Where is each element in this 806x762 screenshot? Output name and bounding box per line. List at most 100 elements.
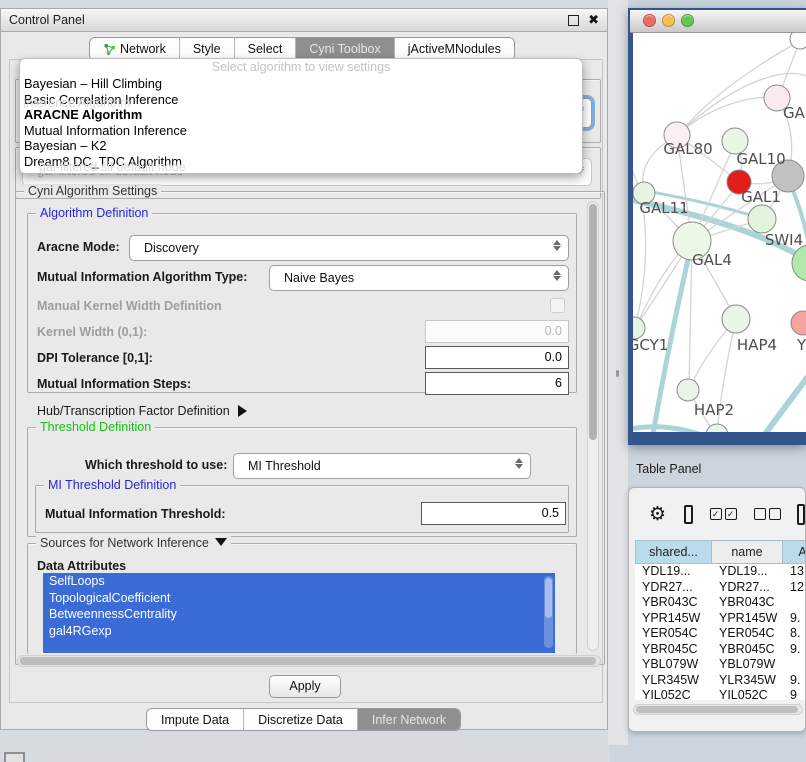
table-cell: YER054C (635, 626, 712, 642)
scrollbar-thumb[interactable] (545, 578, 552, 618)
network-edge[interactable] (677, 98, 777, 135)
table-cell: YBL079W (712, 657, 783, 673)
scrollbar-thumb[interactable] (589, 204, 597, 440)
which-threshold-label: Which threshold to use: (85, 458, 227, 472)
attribute-item-selected[interactable]: BetweennessCentrality (43, 606, 555, 623)
mi-threshold-field[interactable]: 0.5 (421, 502, 566, 525)
tab-network[interactable]: Network (90, 38, 180, 60)
network-window-titlebar[interactable] (630, 10, 806, 33)
minimized-panel-icon[interactable] (4, 752, 25, 762)
attribute-item-selected[interactable]: TopologicalCoefficient (43, 590, 555, 607)
tab-style[interactable]: Style (180, 38, 235, 60)
tab-select[interactable]: Select (235, 38, 297, 60)
table-row[interactable]: YBR045CYBR045C9. (635, 642, 806, 658)
table-row[interactable]: YIL052CYIL052C9 (635, 688, 806, 700)
network-node[interactable] (790, 33, 806, 49)
combo-arrows-icon (553, 240, 561, 251)
aracne-mode-value: Discovery (144, 241, 199, 255)
network-node[interactable] (791, 311, 806, 335)
settings-horizontal-scrollbar[interactable] (17, 655, 601, 667)
column-header[interactable]: shared... (635, 540, 712, 564)
settings-vertical-scrollbar[interactable] (587, 201, 599, 651)
popup-prompt: Select algorithm to view settings (20, 60, 582, 74)
table-row[interactable]: YBL079WYBL079W (635, 657, 806, 673)
tab-cyni-toolbox[interactable]: Cyni Toolbox (296, 38, 394, 60)
gear-icon[interactable]: ⚙ (649, 503, 666, 526)
network-edge[interactable] (633, 151, 646, 326)
tab-jactivemnodules[interactable]: jActiveMNodules (395, 38, 514, 60)
node-label: HAP2 (694, 401, 734, 419)
table-cell: YDL19... (712, 564, 783, 580)
zoom-traffic-light-icon[interactable] (681, 14, 694, 27)
algorithm-option[interactable]: ARACNE Algorithm (24, 107, 578, 123)
table-cell: 8. (783, 626, 806, 642)
tab-label: Cyni Toolbox (309, 42, 380, 56)
node-table: shared...nameA YDL19...YDL19...13YDR27..… (635, 540, 806, 700)
table-row[interactable]: YBR043CYBR043C (635, 595, 806, 611)
control-panel-window: Control Panel ✖ NetworkStyleSelect Cyni T… (0, 8, 608, 730)
network-canvas[interactable]: GALGAL80GAL10GAL1GAL11SWI4GAL4GCY1HAP4YH… (633, 33, 806, 432)
network-node[interactable] (722, 305, 750, 333)
attribute-item-selected[interactable]: SelfLoops (43, 573, 555, 590)
mi-threshold-group-title: MI Threshold Definition (44, 478, 180, 492)
float-window-icon[interactable] (568, 15, 579, 26)
columns-icon[interactable] (684, 505, 693, 524)
node-label: SWI4 (765, 231, 803, 249)
attribute-item-selected[interactable]: gal4RGexp (43, 623, 555, 640)
which-threshold-combo[interactable]: MI Threshold (233, 453, 531, 479)
scrollbar-thumb[interactable] (636, 706, 798, 713)
network-node[interactable] (677, 379, 699, 401)
splitter-handle-icon[interactable] (616, 370, 619, 377)
deselect-all-columns-icon[interactable] (754, 508, 781, 520)
column-header[interactable]: A (783, 540, 806, 564)
algorithm-option[interactable]: Basic Correlation Inference (24, 92, 578, 108)
cyni-bottom-tab-bar: Impute DataDiscretize DataInfer Network (146, 708, 461, 731)
algorithm-option[interactable]: Mutual Information Inference (24, 123, 578, 139)
apply-button[interactable]: Apply (269, 675, 341, 698)
algorithm-select-popup: Select algorithm to view settings Bayesi… (19, 58, 583, 174)
mi-steps-field[interactable]: 6 (425, 372, 569, 395)
attributes-scrollbar[interactable] (544, 576, 553, 648)
node-label: GAL (783, 104, 806, 122)
table-cell (783, 595, 806, 611)
select-all-columns-icon[interactable]: ✓✓ (710, 508, 737, 520)
dpi-tolerance-field[interactable]: 0.0 (425, 346, 569, 369)
data-attributes-list[interactable]: SelfLoopsTopologicalCoefficientBetweenne… (43, 573, 555, 653)
mi-algorithm-type-combo[interactable]: Naive Bayes (269, 265, 569, 291)
network-edge[interactable] (752, 371, 806, 432)
hub-section-toggle[interactable]: Hub/Transcription Factor Definition (37, 404, 247, 418)
tab-infer-network[interactable]: Infer Network (358, 709, 460, 730)
table-row[interactable]: YLR345WYLR345W9. (635, 673, 806, 689)
algorithm-option[interactable]: Bayesian – Hill Climbing (24, 76, 578, 92)
algorithm-option[interactable]: Bayesian – K2 (24, 138, 578, 154)
table-cell (783, 657, 806, 673)
manual-kernel-checkbox[interactable] (550, 298, 565, 313)
tab-label: jActiveMNodules (408, 42, 501, 56)
table-row[interactable]: YER054CYER054C8. (635, 626, 806, 642)
kernel-width-field[interactable]: 0.0 (425, 320, 569, 343)
table-row[interactable]: YPR145WYPR145W9. (635, 611, 806, 627)
export-table-icon[interactable] (797, 504, 805, 525)
table-row[interactable]: YDR27...YDR27...12 (635, 580, 806, 596)
minimize-traffic-light-icon[interactable] (662, 14, 675, 27)
control-panel-titlebar[interactable]: Control Panel ✖ (1, 9, 607, 32)
mi-threshold-label: Mutual Information Threshold: (45, 507, 226, 521)
scrollbar-thumb[interactable] (20, 657, 596, 665)
network-node[interactable] (748, 205, 776, 233)
algorithm-list: Bayesian – Hill ClimbingBasic Correlatio… (24, 76, 578, 170)
table-row[interactable]: YDL19...YDL19...13 (635, 564, 806, 580)
close-window-icon[interactable]: ✖ (588, 12, 599, 28)
sources-title[interactable]: Sources for Network Inference (36, 536, 231, 550)
aracne-mode-combo[interactable]: Discovery (129, 235, 569, 261)
table-cell: YIL052C (635, 688, 712, 700)
node-label: HAP4 (737, 336, 777, 354)
table-horizontal-scrollbar[interactable] (633, 704, 803, 715)
close-traffic-light-icon[interactable] (643, 14, 656, 27)
network-graph: GALGAL80GAL10GAL1GAL11SWI4GAL4GCY1HAP4YH… (633, 33, 806, 432)
tab-impute-data[interactable]: Impute Data (147, 709, 244, 730)
algorithm-option[interactable]: Dream8 DC_TDC Algorithm (24, 154, 578, 170)
threshold-definition-title: Threshold Definition (36, 420, 155, 434)
tab-discretize-data[interactable]: Discretize Data (244, 709, 358, 730)
column-header[interactable]: name (712, 540, 783, 564)
combo-arrows-icon (553, 270, 561, 281)
